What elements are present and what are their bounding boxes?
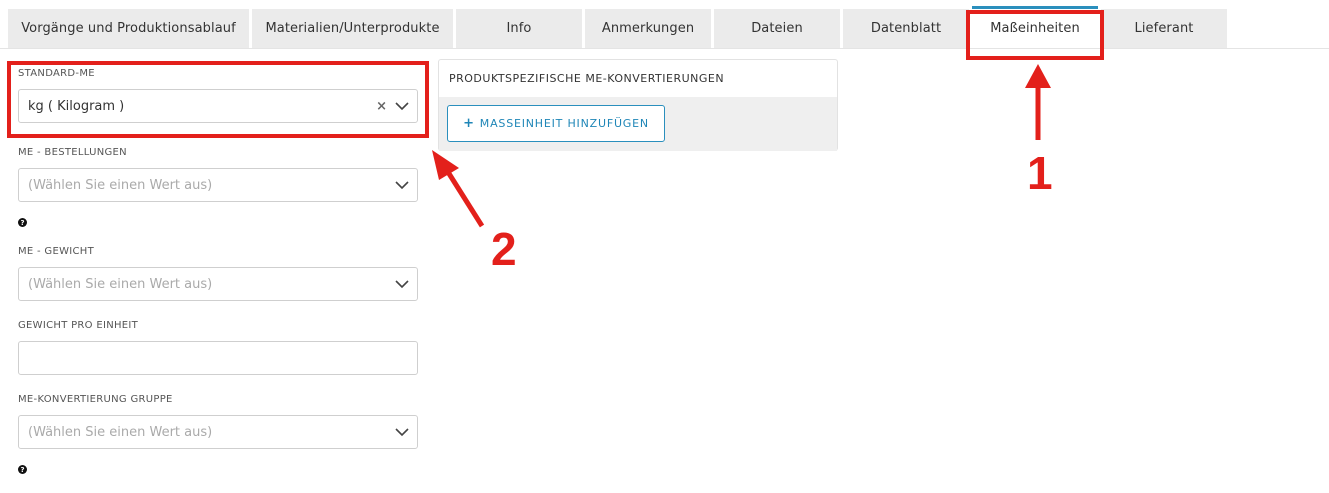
annotation-number-2: 2 — [491, 223, 517, 275]
arrow-up-icon — [1025, 64, 1051, 140]
annotation-number-1: 1 — [1027, 147, 1053, 199]
arrow-diagonal-icon — [432, 150, 485, 228]
annotation-arrows — [432, 64, 1051, 228]
